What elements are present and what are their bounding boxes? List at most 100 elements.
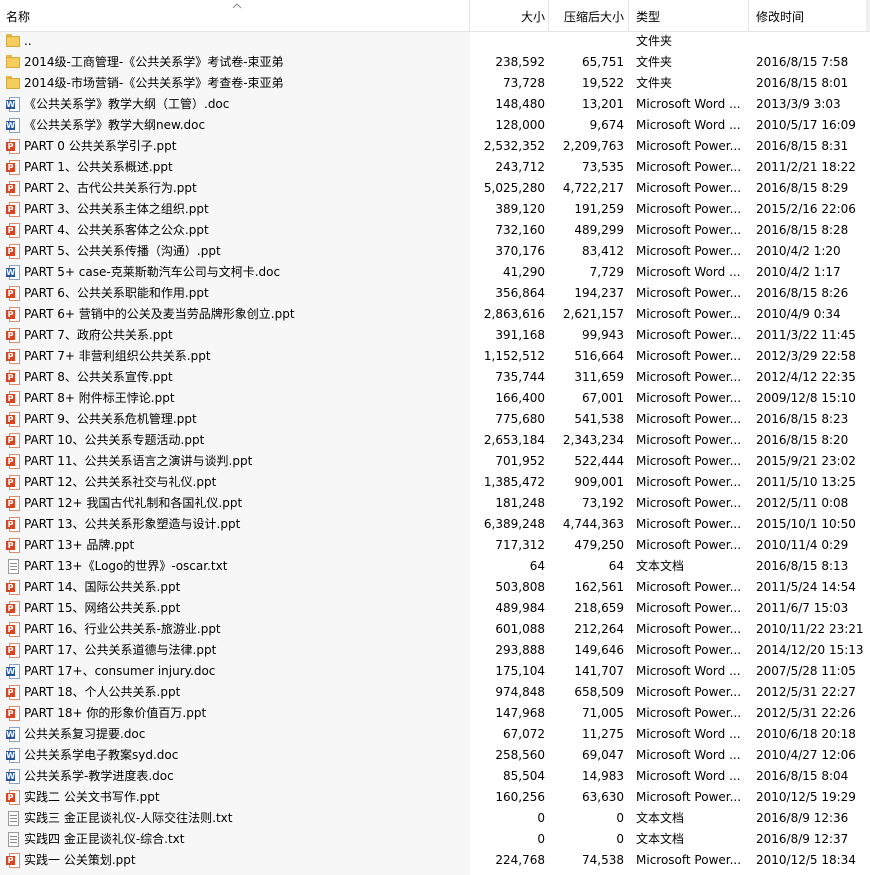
file-row[interactable]: P PART 13、公共关系形象塑造与设计.ppt 6,389,248 4,744,3… — [0, 514, 870, 535]
file-name: PART 8+ 附件标王悖论.ppt — [24, 391, 175, 405]
file-row[interactable]: P PART 0 公共关系学引子.ppt 2,532,352 2,209,763 Mic… — [0, 136, 870, 157]
file-row[interactable]: 实践三 金正昆谈礼仪-人际交往法则.txt 0 0 文本文档 2016/8/9 12:3… — [0, 808, 870, 829]
file-row[interactable]: P PART 6+ 营销中的公关及麦当劳品牌形象创立.ppt 2,863,616 2,… — [0, 304, 870, 325]
powerpoint-file-icon: P — [6, 475, 21, 490]
file-row[interactable]: P PART 4、公共关系客体之公众.ppt 732,160 489,299 Micro… — [0, 220, 870, 241]
file-type: Microsoft Power... — [636, 853, 742, 867]
file-type: Microsoft Power... — [636, 307, 742, 321]
file-row[interactable]: PART 13+《Logo的世界》-oscar.txt 64 64 文本文档 2016/… — [0, 556, 870, 577]
file-compressed-size: 2,343,234 — [562, 433, 624, 447]
file-size: 1,385,472 — [483, 475, 545, 489]
file-row[interactable]: P PART 8、公共关系宣传.ppt 735,744 311,659 Microsof… — [0, 367, 870, 388]
file-size: 370,176 — [495, 244, 545, 258]
file-type: Microsoft Power... — [636, 496, 742, 510]
file-row[interactable]: P PART 17、公共关系道德与法律.ppt 293,888 149,646 Micr… — [0, 640, 870, 661]
file-row[interactable]: P PART 8+ 附件标王悖论.ppt 166,400 67,001 Microsof… — [0, 388, 870, 409]
column-divider[interactable] — [748, 0, 749, 31]
file-row[interactable]: P PART 11、公共关系语言之演讲与谈判.ppt 701,952 522,444 M… — [0, 451, 870, 472]
file-type: Microsoft Power... — [636, 622, 742, 636]
file-size: 148,480 — [495, 97, 545, 111]
column-divider[interactable] — [628, 0, 629, 31]
file-size: 732,160 — [495, 223, 545, 237]
file-modified-date: 2007/5/28 11:05 — [756, 664, 856, 678]
file-name: 2014级-工商管理-《公共关系学》考试卷-束亚弟 — [24, 55, 284, 69]
word-document-icon: W — [6, 118, 21, 133]
file-row[interactable]: P PART 16、行业公共关系-旅游业.ppt 601,088 212,264 Mic… — [0, 619, 870, 640]
file-row[interactable]: P PART 3、公共关系主体之组织.ppt 389,120 191,259 Micro… — [0, 199, 870, 220]
file-name: PART 18+ 你的形象价值百万.ppt — [24, 706, 207, 720]
column-header-type-label: 类型 — [636, 10, 661, 24]
file-compressed-size: 311,659 — [574, 370, 624, 384]
file-row[interactable]: P PART 7、政府公共关系.ppt 391,168 99,943 Microsoft… — [0, 325, 870, 346]
powerpoint-file-icon: P — [6, 643, 21, 658]
powerpoint-file-icon: P — [6, 181, 21, 196]
file-modified-date: 2011/2/21 18:22 — [756, 160, 856, 174]
file-size: 0 — [537, 832, 545, 846]
powerpoint-file-icon: P — [6, 286, 21, 301]
column-header-size[interactable]: 大小 — [470, 0, 545, 31]
file-row[interactable]: W 公共关系复习提要.doc 67,072 11,275 Microsoft Word … — [0, 724, 870, 745]
column-header-compressed-size[interactable]: 压缩后大小 — [549, 0, 624, 31]
file-row[interactable]: 实践四 金正昆谈礼仪-综合.txt 0 0 文本文档 2016/8/9 12:37 — [0, 829, 870, 850]
file-row[interactable]: P PART 1、公共关系概述.ppt 243,712 73,535 Microsoft… — [0, 157, 870, 178]
file-row[interactable]: P PART 12、公共关系社交与礼仪.ppt 1,385,472 909,001 Mi… — [0, 472, 870, 493]
file-size — [470, 31, 545, 52]
file-row[interactable]: P 实践一 公关策划.ppt 224,768 74,538 Microsoft Powe… — [0, 850, 870, 871]
file-compressed-size: 194,237 — [574, 286, 624, 300]
file-size: 601,088 — [495, 622, 545, 636]
file-type: 文件夹 — [636, 34, 673, 48]
file-row[interactable]: W PART 17+、consumer injury.doc 175,104 141,… — [0, 661, 870, 682]
file-compressed-size: 19,522 — [582, 76, 624, 90]
file-size: 701,952 — [495, 454, 545, 468]
file-row[interactable]: P PART 10、公共关系专题活动.ppt 2,653,184 2,343,234 M… — [0, 430, 870, 451]
file-row[interactable]: .. 文件夹 — [0, 31, 870, 52]
file-row[interactable]: W 《公共关系学》教学大纲（工管）.doc 148,480 13,201 Microso… — [0, 94, 870, 115]
file-row[interactable]: P PART 9、公共关系危机管理.ppt 775,680 541,538 Micros… — [0, 409, 870, 430]
file-modified-date: 2016/8/15 8:04 — [756, 769, 849, 783]
file-compressed-size: 64 — [608, 559, 624, 573]
file-row[interactable]: W 公共关系学电子教案syd.doc 258,560 69,047 Microsoft … — [0, 745, 870, 766]
powerpoint-file-icon: P — [6, 223, 21, 238]
file-type: Microsoft Power... — [636, 391, 742, 405]
file-modified-date: 2010/12/5 19:29 — [756, 790, 856, 804]
column-header-modified[interactable]: 修改时间 — [756, 0, 866, 31]
word-document-icon: W — [6, 748, 21, 763]
file-size: 775,680 — [495, 412, 545, 426]
file-type: Microsoft Word ... — [636, 265, 741, 279]
file-row[interactable]: P PART 7+ 非营利组织公共关系.ppt 1,152,512 516,664 Mi… — [0, 346, 870, 367]
file-size: 6,389,248 — [483, 517, 545, 531]
file-compressed-size: 65,751 — [582, 55, 624, 69]
file-name: PART 18、个人公共关系.ppt — [24, 685, 181, 699]
file-row[interactable]: P PART 14、国际公共关系.ppt 503,808 162,561 Microso… — [0, 577, 870, 598]
file-row[interactable]: P 实践二 公关文书写作.ppt 160,256 63,630 Microsoft Po… — [0, 787, 870, 808]
file-row[interactable]: P PART 5、公共关系传播（沟通）.ppt 370,176 83,412 Micro… — [0, 241, 870, 262]
file-row[interactable]: W 公共关系学-教学进度表.doc 85,504 14,983 Microsoft Wo… — [0, 766, 870, 787]
file-name: .. — [24, 34, 32, 48]
folder-icon — [6, 55, 21, 70]
file-modified-date: 2015/2/16 22:06 — [756, 202, 856, 216]
file-row[interactable]: P PART 13+ 品牌.ppt 717,312 479,250 Microsoft … — [0, 535, 870, 556]
file-type: Microsoft Power... — [636, 601, 742, 615]
file-row[interactable]: 2014级-工商管理-《公共关系学》考试卷-束亚弟 238,592 65,751 文件… — [0, 52, 870, 73]
column-header-name-label: 名称 — [6, 10, 31, 24]
file-size: 974,848 — [495, 685, 545, 699]
file-name: 公共关系学电子教案syd.doc — [24, 748, 179, 762]
file-modified-date: 2016/8/15 7:58 — [756, 55, 849, 69]
file-size: 243,712 — [495, 160, 545, 174]
file-type: 文本文档 — [636, 811, 685, 825]
file-name: 《公共关系学》教学大纲（工管）.doc — [24, 97, 230, 111]
file-row[interactable]: P PART 18+ 你的形象价值百万.ppt 147,968 71,005 Micro… — [0, 703, 870, 724]
file-modified-date: 2010/12/5 18:34 — [756, 853, 856, 867]
file-row[interactable]: 2014级-市场营销-《公共关系学》考查卷-束亚弟 73,728 19,522 文件夹… — [0, 73, 870, 94]
file-compressed-size: 141,707 — [574, 664, 624, 678]
file-row[interactable]: P PART 18、个人公共关系.ppt 974,848 658,509 Microso… — [0, 682, 870, 703]
file-row[interactable]: P PART 12+ 我国古代礼制和各国礼仪.ppt 181,248 73,192 Mi… — [0, 493, 870, 514]
file-row[interactable]: P PART 15、网络公共关系.ppt 489,984 218,659 Microso… — [0, 598, 870, 619]
file-row[interactable]: P PART 6、公共关系职能和作用.ppt 356,864 194,237 Micro… — [0, 283, 870, 304]
file-row[interactable]: P PART 2、古代公共关系行为.ppt 5,025,280 4,722,217 Mi… — [0, 178, 870, 199]
file-name: PART 17+、consumer injury.doc — [24, 664, 216, 678]
file-type: Microsoft Word ... — [636, 727, 741, 741]
file-row[interactable]: W 《公共关系学》教学大纲new.doc 128,000 9,674 Microsoft… — [0, 115, 870, 136]
file-row[interactable]: W PART 5+ case-克莱斯勒汽车公司与文柯卡.doc 41,290 7,72… — [0, 262, 870, 283]
column-header-type[interactable]: 类型 — [636, 0, 746, 31]
